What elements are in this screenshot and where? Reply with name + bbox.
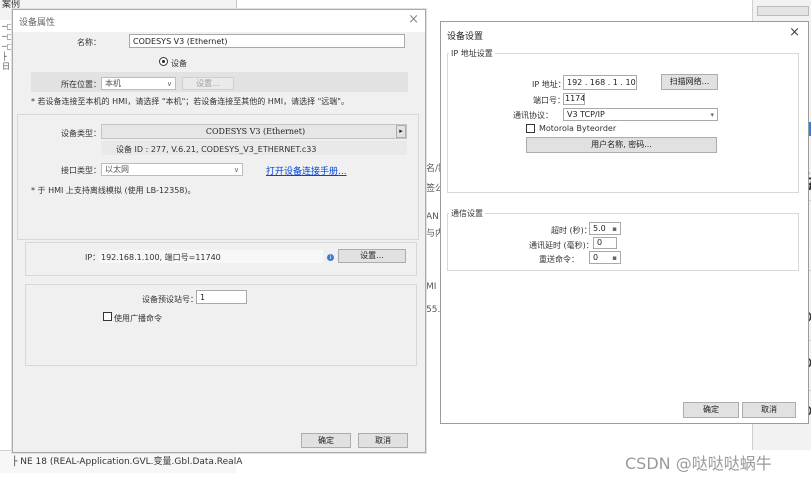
device-radio[interactable]	[159, 57, 168, 66]
bg-fragment: AN	[426, 212, 439, 222]
toolbar-strip	[757, 6, 809, 16]
scan-network-button[interactable]: 扫描网络...	[661, 74, 718, 90]
device-settings-dialog: 设备设置 × IP 地址设置 IP 地址： 192 . 168 . 1 . 10…	[440, 21, 809, 424]
ip-address-label: IP 地址：	[532, 80, 566, 89]
dialog-titlebar: 设备属性 ×	[13, 10, 425, 32]
device-type-label: 设备类型：	[61, 129, 101, 138]
device-radio-label: 设备	[171, 59, 187, 68]
chevron-down-icon: ▾	[710, 111, 714, 119]
timeout-value: 5.0	[593, 224, 606, 233]
timeout-select[interactable]: 5.0 ▪	[589, 222, 621, 235]
port-field[interactable]: 11740	[563, 93, 585, 105]
location-settings-button[interactable]: 设置...	[182, 77, 234, 90]
protocol-select[interactable]: V3 TCP/IP ▾	[563, 108, 718, 121]
close-icon[interactable]: ×	[408, 12, 419, 27]
delay-field[interactable]: 0	[593, 237, 617, 249]
name-field[interactable]: CODESYS V3 (Ethernet)	[129, 34, 405, 48]
protocol-label: 通讯协议：	[513, 111, 553, 120]
ip-value: 192.168.1.100, 端口号=11740	[101, 253, 221, 262]
retry-value: 0	[593, 253, 599, 262]
tree-node-marker[interactable]: ├日	[2, 52, 12, 72]
interface-label: 接口类型：	[61, 166, 101, 175]
port-label: 端口号：	[533, 96, 565, 105]
device-type-expand-arrow-icon[interactable]: ▸	[396, 125, 406, 138]
cancel-button[interactable]: 取消	[742, 402, 796, 418]
tree-markers: ─□ ─□ ─□ ├日	[0, 22, 14, 71]
location-select[interactable]: 本机 ∨	[101, 77, 176, 90]
comm-settings-group	[447, 213, 799, 271]
motorola-byteorder-label: Motorola Byteorder	[539, 124, 617, 133]
location-note: * 若设备连接至本机的 HMI，请选择 "本机"；若设备连接至其他的 HMI，请…	[31, 97, 349, 106]
spinner-icon: ▪	[612, 254, 617, 262]
retry-label: 重送命令：	[539, 255, 579, 264]
bg-fragment: MI	[426, 282, 437, 292]
dialog-title: 设备设置	[447, 32, 484, 42]
bg-fragment: 55.	[426, 305, 441, 315]
broadcast-checkbox[interactable]	[103, 312, 112, 321]
timeout-label: 超时 (秒)：	[551, 226, 592, 235]
offline-note: * 于 HMI 上支持离线模拟 (使用 LB-12358)。	[31, 186, 196, 195]
spinner-icon: ▪	[612, 225, 617, 233]
device-type-value: CODESYS V3 (Ethernet)	[205, 127, 306, 136]
close-icon[interactable]: ×	[789, 25, 800, 40]
ip-settings-group	[447, 53, 799, 193]
cancel-button[interactable]: 取消	[358, 433, 408, 448]
device-properties-dialog: 设备属性 × 名称： CODESYS V3 (Ethernet) 设备 所在位置…	[12, 9, 426, 453]
csdn-watermark: CSDN @哒哒哒蜗牛	[625, 454, 772, 473]
device-type-field[interactable]: CODESYS V3 (Ethernet)	[101, 124, 407, 139]
broadcast-label: 使用广播命令	[114, 314, 162, 323]
ok-button[interactable]: 确定	[683, 402, 739, 418]
comm-group-legend: 通信设置	[449, 208, 485, 219]
interface-value: 以太网	[105, 165, 129, 174]
ip-address-field[interactable]: 192 . 168 . 1 . 100	[563, 75, 637, 90]
interface-select[interactable]: 以太网 ∨	[101, 163, 243, 176]
ok-button[interactable]: 确定	[301, 433, 351, 448]
device-info-text: 设备 ID : 277, V.6.21, CODESYS_V3_ETHERNET…	[116, 145, 317, 154]
delay-label: 通讯延时 (毫秒)：	[529, 241, 594, 250]
device-manual-link[interactable]: 打开设备连接手册...	[266, 164, 347, 177]
station-field[interactable]: 1	[196, 290, 247, 304]
location-label: 所在位置：	[61, 80, 101, 89]
bottom-tree-item-label[interactable]: ├ NE 18 (REAL-Application.GVL.变量.Gbl.Dat…	[12, 454, 242, 467]
location-value: 本机	[105, 79, 121, 88]
ip-label: IP：	[85, 253, 101, 262]
station-label: 设备预设站号：	[142, 295, 198, 304]
ip-group-legend: IP 地址设置	[449, 48, 495, 59]
chevron-down-icon: ∨	[166, 80, 172, 88]
ip-settings-button[interactable]: 设置...	[338, 249, 406, 263]
chevron-down-icon: ∨	[233, 166, 239, 174]
dialog-title: 设备属性	[19, 18, 56, 28]
name-label: 名称：	[77, 38, 101, 47]
username-password-button[interactable]: 用户名称, 密码...	[526, 137, 717, 153]
protocol-value: V3 TCP/IP	[567, 110, 605, 119]
info-icon: i	[327, 254, 334, 261]
motorola-byteorder-checkbox[interactable]	[526, 124, 535, 133]
retry-select[interactable]: 0 ▪	[589, 251, 621, 264]
